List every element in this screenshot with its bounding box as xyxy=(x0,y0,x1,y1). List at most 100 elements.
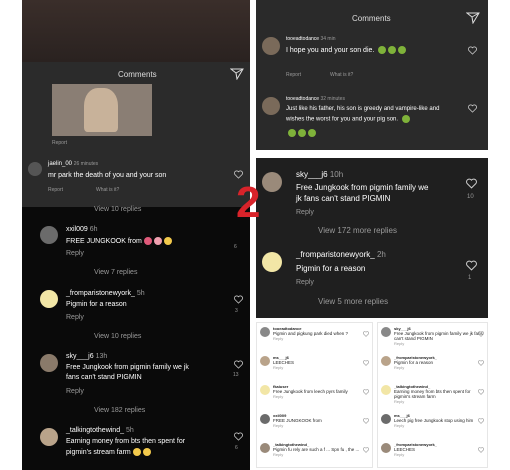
avatar[interactable] xyxy=(260,327,270,337)
avatar[interactable] xyxy=(381,443,391,453)
emoji-icon xyxy=(398,46,407,54)
reply-link[interactable]: Reply xyxy=(296,279,314,286)
view-replies-link[interactable]: View 7 replies xyxy=(94,269,137,276)
reply-link[interactable]: Reply xyxy=(394,452,483,457)
avatar[interactable] xyxy=(381,414,391,424)
like-count: 6 xyxy=(235,445,238,451)
heart-icon[interactable] xyxy=(478,331,484,337)
mini-comment: _fromparistonewyork_ Pigmin for a reason R… xyxy=(378,352,487,381)
avatar[interactable] xyxy=(262,172,282,192)
reply-link[interactable]: Reply xyxy=(394,423,483,428)
post-image-background xyxy=(22,0,250,62)
avatar[interactable] xyxy=(381,327,391,337)
heart-icon[interactable] xyxy=(234,295,243,304)
comment-text: Earning money from bts then spent for pi… xyxy=(394,389,471,399)
report-link[interactable]: Report xyxy=(48,187,63,193)
heart-icon[interactable] xyxy=(468,46,477,55)
emoji-icon xyxy=(142,448,151,456)
like-count: 10 xyxy=(467,194,474,200)
heart-icon[interactable] xyxy=(363,418,369,424)
comment-text: Free Jungkook from pigmin family we jk xyxy=(66,364,189,371)
reply-link[interactable]: Reply xyxy=(296,209,314,216)
heart-icon[interactable] xyxy=(478,418,484,424)
comment-username[interactable]: xxil009 6h xyxy=(66,226,98,233)
view-more-replies-link[interactable]: View 5 more replies xyxy=(318,297,388,306)
reply-link[interactable]: Reply xyxy=(66,388,84,395)
comments-title: Comments xyxy=(352,14,391,23)
reply-link[interactable]: Reply xyxy=(394,341,483,346)
avatar[interactable] xyxy=(260,443,270,453)
avatar[interactable] xyxy=(381,385,391,395)
view-replies-link[interactable]: View 10 replies xyxy=(94,333,141,340)
avatar[interactable] xyxy=(262,97,280,115)
avatar[interactable] xyxy=(40,354,58,372)
comment-username[interactable]: _fromparistonewyork_ 2h xyxy=(296,250,386,259)
comment-text: Pigmin for a reason xyxy=(296,264,366,273)
avatar[interactable] xyxy=(28,162,42,176)
avatar[interactable] xyxy=(260,356,270,366)
emoji-icon xyxy=(132,448,141,456)
avatar[interactable] xyxy=(262,37,280,55)
reply-link[interactable]: Reply xyxy=(273,336,368,341)
comment-text-line-2: wishes the worst for you and your pig so… xyxy=(286,115,410,123)
heart-icon[interactable] xyxy=(363,389,369,395)
avatar[interactable] xyxy=(262,252,282,272)
heart-icon[interactable] xyxy=(478,360,484,366)
comment-text: Earning money from bts then spent for xyxy=(66,438,186,445)
heart-icon[interactable] xyxy=(234,360,243,369)
heart-icon[interactable] xyxy=(363,360,369,366)
heart-icon[interactable] xyxy=(478,389,484,395)
heart-icon[interactable] xyxy=(234,432,243,441)
send-icon[interactable] xyxy=(466,12,480,24)
comment-username[interactable]: sky___j6 13h xyxy=(66,353,107,360)
emoji-icon xyxy=(153,237,162,245)
like-count: 3 xyxy=(235,308,238,314)
mini-comment: sky___j6 Free Jungkook from pigmin family… xyxy=(378,323,487,352)
comment-username[interactable]: tooeadtodance 32 minutes xyxy=(286,96,345,102)
send-icon[interactable] xyxy=(230,68,244,80)
post-report-link[interactable]: Report xyxy=(52,140,67,146)
mini-comment: fkaiuser Free Jungkook from leech pyrs fa… xyxy=(257,381,372,410)
comment-username[interactable]: jaelin_00 26 minutes xyxy=(48,161,98,167)
comment-text-line-2: jk fans can't stand PIGMIN xyxy=(296,194,391,203)
reply-link[interactable]: Reply xyxy=(394,399,483,404)
avatar[interactable] xyxy=(40,226,58,244)
mini-comment: ms___j6 LEECHES Reply xyxy=(257,352,372,381)
heart-icon[interactable] xyxy=(363,447,369,453)
mini-comment: tooeadtodance Pigmin and pigkung park die… xyxy=(257,323,372,352)
avatar[interactable] xyxy=(40,290,58,308)
reply-link[interactable]: Reply xyxy=(66,314,84,321)
heart-icon[interactable] xyxy=(478,447,484,453)
view-more-replies-link[interactable]: View 172 more replies xyxy=(318,226,397,235)
avatar[interactable] xyxy=(260,414,270,424)
comment-text: Free Jungkook from pigmin family we xyxy=(296,183,429,192)
reply-link[interactable]: Reply xyxy=(273,423,368,428)
like-count: 1 xyxy=(468,275,472,281)
comment-username[interactable]: sky___j6 10h xyxy=(296,170,343,179)
emoji-row xyxy=(286,124,316,142)
what-is-it-link[interactable]: What is it? xyxy=(96,187,119,193)
emoji-icon xyxy=(298,128,306,137)
like-count: 13 xyxy=(233,372,239,378)
view-replies-link[interactable]: View 10 replies xyxy=(94,206,141,213)
heart-icon[interactable] xyxy=(466,260,477,271)
avatar[interactable] xyxy=(381,356,391,366)
comment-username[interactable]: _talkingtothewind_ 5h xyxy=(66,427,134,434)
reply-link[interactable]: Reply xyxy=(273,394,368,399)
emoji-icon xyxy=(388,46,397,54)
heart-icon[interactable] xyxy=(466,178,477,189)
reply-link[interactable]: Reply xyxy=(394,365,483,370)
heart-icon[interactable] xyxy=(363,331,369,337)
reply-link[interactable]: Reply xyxy=(66,250,84,257)
avatar[interactable] xyxy=(260,385,270,395)
view-replies-link[interactable]: View 182 replies xyxy=(94,407,145,414)
reply-link[interactable]: Reply xyxy=(273,452,368,457)
avatar[interactable] xyxy=(40,428,58,446)
heart-icon[interactable] xyxy=(468,104,477,113)
what-is-it-link[interactable]: What is it? xyxy=(330,72,353,78)
report-link[interactable]: Report xyxy=(286,72,301,78)
comment-username[interactable]: tooeadtodance 34 min xyxy=(286,36,336,42)
reply-link[interactable]: Reply xyxy=(273,365,368,370)
comment-username[interactable]: _fromparistonewyork_ 5h xyxy=(66,290,145,297)
mini-comment: xxil009 FREE JUNGKOOK from Reply xyxy=(257,410,372,439)
